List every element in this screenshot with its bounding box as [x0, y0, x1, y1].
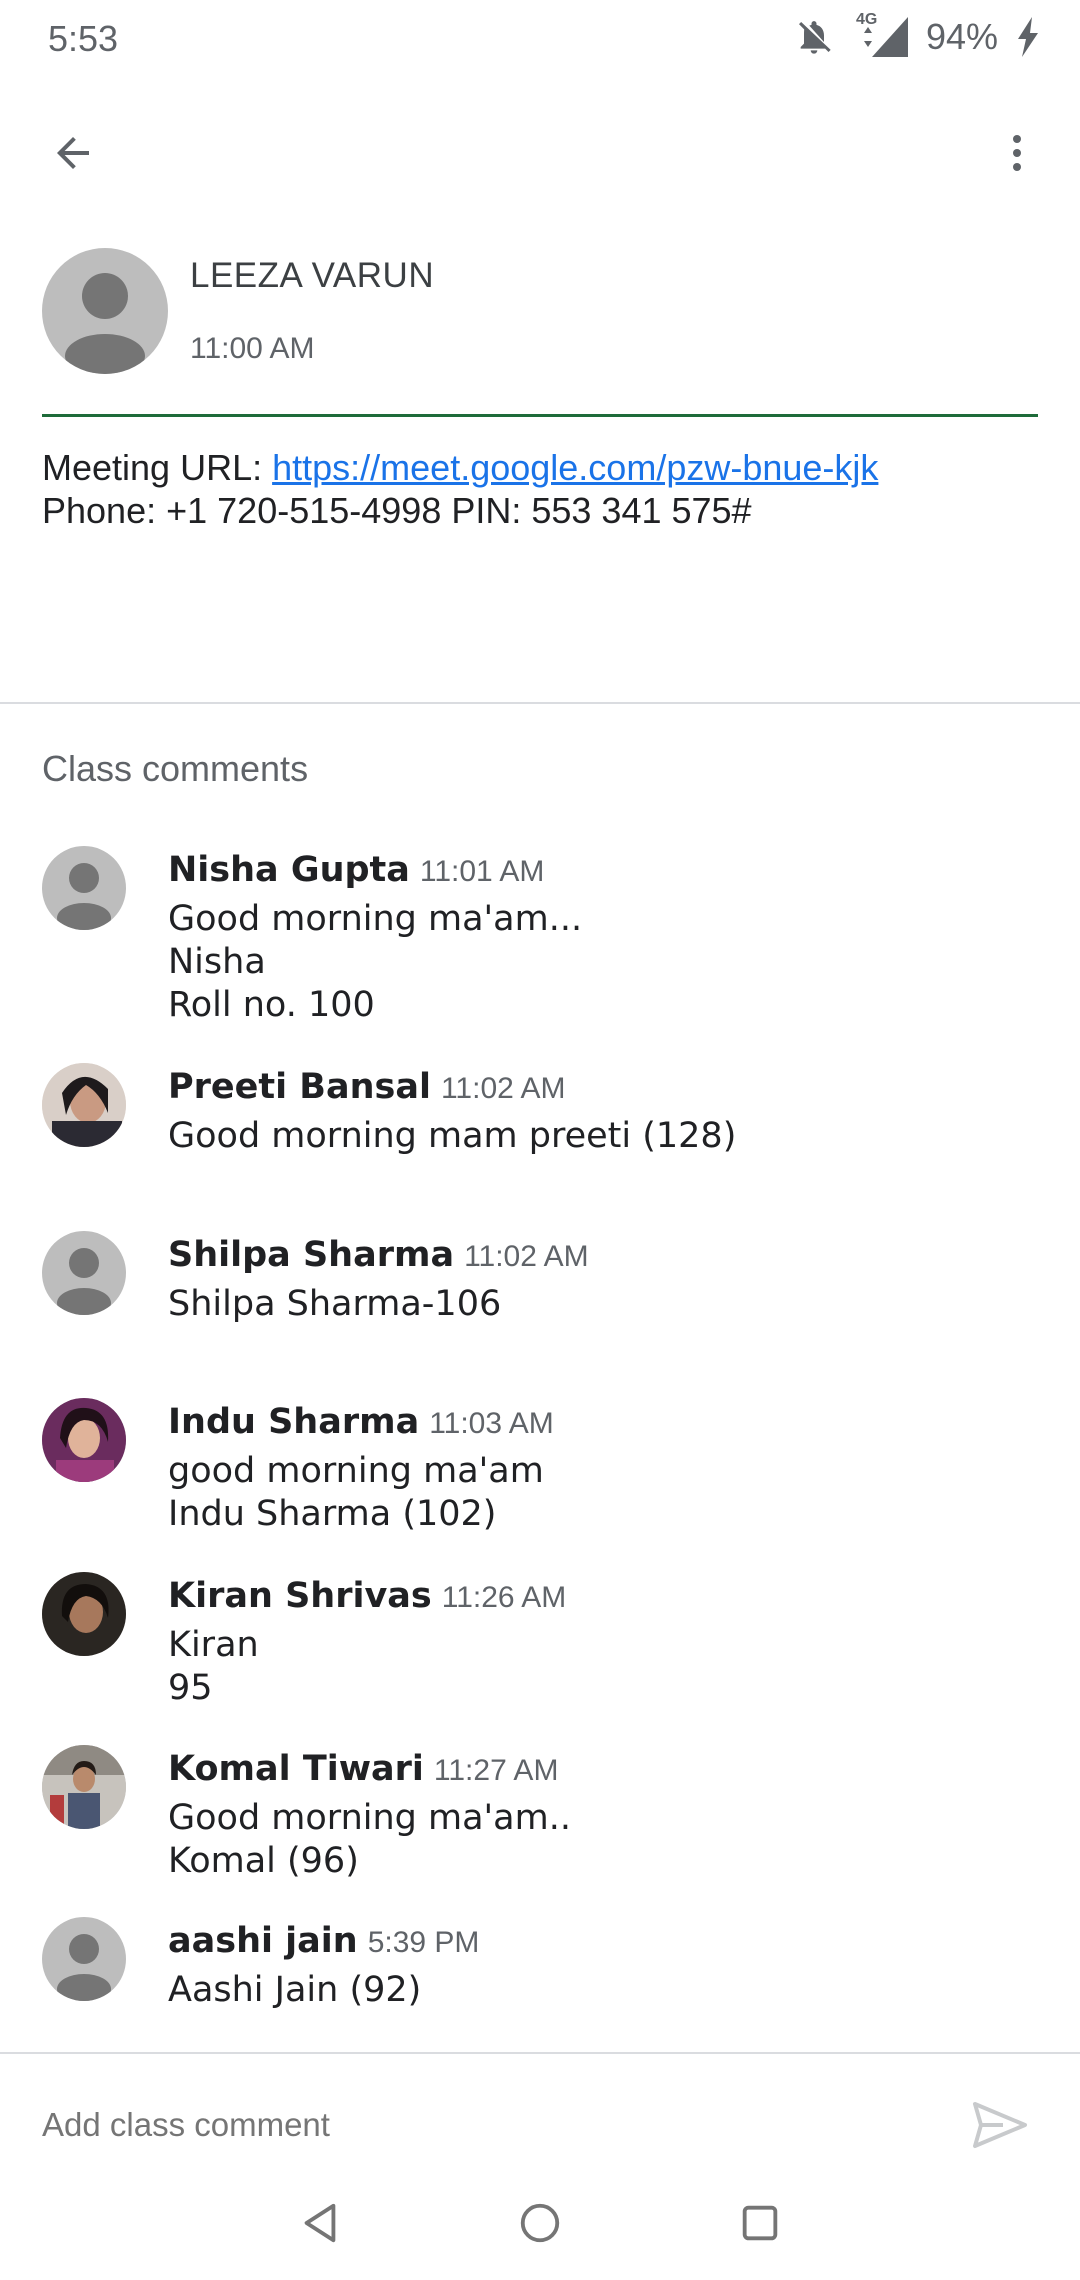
- more-options-button[interactable]: [984, 120, 1050, 186]
- comments-section-title: Class comments: [42, 748, 309, 789]
- comment-text: Shilpa Sharma-106: [168, 1284, 502, 1324]
- meeting-url-link[interactable]: https://meet.google.com/pzw-bnue-kjk: [272, 447, 878, 488]
- avatar: [42, 1231, 126, 1315]
- comment-time: 11:01 AM: [419, 855, 545, 888]
- comment-time: 11:03 AM: [429, 1407, 554, 1440]
- nav-home-button[interactable]: [505, 2188, 575, 2258]
- comment-time: 5:39 PM: [367, 1926, 480, 1959]
- network-type: 4G: [855, 11, 878, 28]
- comment-time: 11:26 AM: [441, 1581, 567, 1614]
- comment-text: good morning ma'am Indu Sharma (102): [168, 1451, 544, 1534]
- system-nav-bar: [0, 2180, 1080, 2280]
- avatar: [42, 846, 126, 930]
- status-time: 5:53: [48, 18, 119, 59]
- battery-text: 94%: [925, 16, 998, 57]
- nav-recents-button[interactable]: [725, 2188, 795, 2258]
- comment-author: Preeti Bansal: [168, 1067, 431, 1107]
- comment-text: Good morning mam preeti (128): [168, 1116, 737, 1156]
- status-icons: 4G 94%: [794, 11, 1040, 58]
- nav-back-icon: [304, 2203, 336, 2243]
- phone-line: Phone: +1 720-515-4998 PIN: 553 341 575#: [42, 490, 752, 531]
- add-comment-input[interactable]: [42, 2106, 922, 2144]
- avatar: [42, 1572, 126, 1656]
- avatar: [42, 1398, 126, 1482]
- comment-text: Aashi Jain (92): [168, 1970, 422, 2010]
- nav-home-icon: [520, 2203, 560, 2243]
- comment-author: Indu Sharma: [168, 1402, 420, 1442]
- comment-author: aashi jain: [168, 1921, 358, 1961]
- nav-back-button[interactable]: [285, 2188, 355, 2258]
- comment-author: Shilpa Sharma: [168, 1235, 455, 1275]
- comment-time: 11:02 AM: [464, 1240, 589, 1273]
- more-vert-icon: [1013, 135, 1021, 171]
- composer-divider: [0, 2052, 1080, 2054]
- comment-author: Komal Tiwari: [168, 1749, 424, 1789]
- comment-text: Good morning ma'am... Nisha Roll no. 100: [168, 899, 583, 1025]
- send-icon: [973, 2102, 1027, 2148]
- header-divider: [42, 414, 1038, 417]
- post-body: Meeting URL: https://meet.google.com/pzw…: [42, 446, 1038, 532]
- comment-time: 11:27 AM: [433, 1754, 559, 1787]
- meeting-url-label: Meeting URL:: [42, 447, 273, 488]
- back-button[interactable]: [40, 120, 106, 186]
- avatar: [42, 1745, 126, 1829]
- charging-icon: [1016, 17, 1040, 57]
- comment-text: Kiran 95: [168, 1625, 259, 1708]
- comment-time: 11:02 AM: [440, 1072, 566, 1105]
- arrow-back-icon: [57, 137, 89, 169]
- post-time: 11:00 AM: [190, 332, 315, 365]
- comment-author: Nisha Gupta: [168, 850, 410, 890]
- section-divider: [0, 702, 1080, 704]
- send-button[interactable]: [960, 2090, 1040, 2160]
- author-name: LEEZA VARUN: [190, 256, 435, 295]
- avatar: [42, 1917, 126, 2001]
- avatar: [42, 1063, 126, 1147]
- bell-off-icon: [794, 17, 834, 57]
- comment-author: Kiran Shrivas: [168, 1576, 432, 1616]
- signal-icon: 4G: [852, 11, 908, 57]
- comment-text: Good morning ma'am.. Komal (96): [168, 1798, 571, 1881]
- author-avatar: [42, 248, 168, 374]
- nav-recents-icon: [742, 2205, 778, 2241]
